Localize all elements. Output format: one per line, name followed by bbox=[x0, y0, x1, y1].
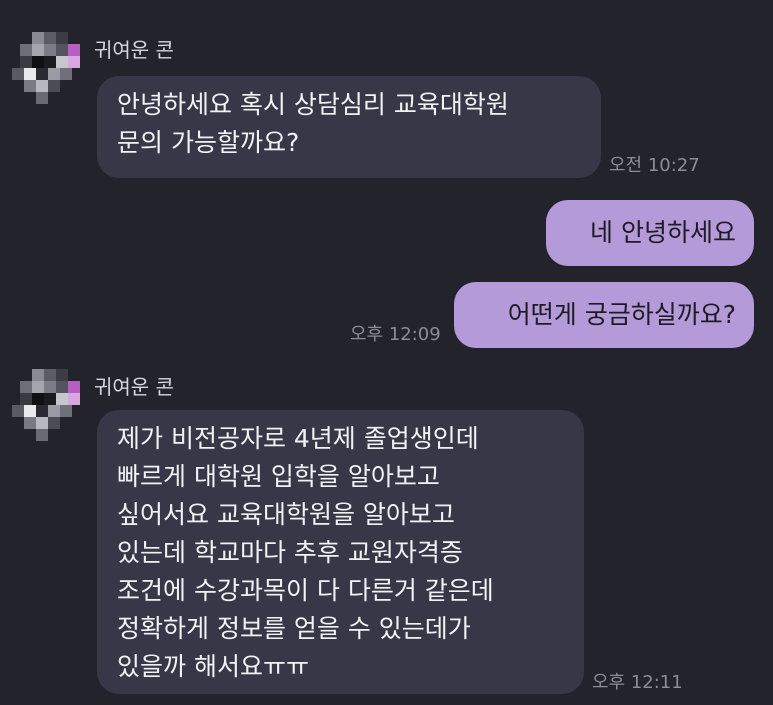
avatar-pixel bbox=[44, 381, 56, 393]
message-bubble[interactable]: 안녕하세요 혹시 상담심리 교육대학원 문의 가능할까요? bbox=[97, 76, 601, 178]
message-timestamp: 오후 12:11 bbox=[592, 672, 683, 693]
message-bubble[interactable]: 네 안녕하세요 bbox=[546, 200, 754, 266]
message-bubble[interactable]: 제가 비전공자로 4년제 졸업생인데 빠르게 대학원 입학을 알아보고 싶어서요… bbox=[97, 410, 584, 694]
message-text: 빠르게 대학원 입학을 알아보고 bbox=[117, 462, 440, 491]
avatar-pixel bbox=[24, 417, 36, 429]
avatar-pixel bbox=[32, 56, 44, 68]
message-text: 네 안녕하세요 bbox=[590, 218, 736, 247]
avatar-pixel bbox=[20, 393, 32, 405]
message-text: 어떤게 궁금하실까요? bbox=[507, 300, 736, 329]
message-text: 있는데 학교마다 추후 교원자격증 bbox=[117, 538, 463, 567]
avatar-pixel bbox=[44, 56, 56, 68]
avatar-pixel bbox=[48, 417, 60, 429]
message-text: 정확하게 정보를 얻을 수 있는데가 bbox=[117, 614, 471, 643]
avatar-pixel bbox=[20, 56, 32, 68]
avatar-pixel bbox=[32, 32, 44, 44]
message-text: 있을까 해서요ㅠㅠ bbox=[117, 652, 309, 681]
avatar[interactable] bbox=[10, 367, 86, 443]
message-timestamp: 오후 12:09 bbox=[350, 324, 441, 345]
avatar-pixel bbox=[56, 44, 68, 56]
avatar-pixel bbox=[44, 393, 56, 405]
avatar-pixel bbox=[12, 405, 24, 417]
avatar-pixel bbox=[36, 68, 48, 80]
avatar-pixel bbox=[32, 369, 44, 381]
message-timestamp: 오전 10:27 bbox=[609, 155, 700, 176]
avatar-pixel bbox=[36, 417, 48, 429]
avatar-pixel bbox=[56, 32, 68, 44]
message-text: 조건에 수강과목이 다 다른거 같은데 bbox=[117, 576, 494, 605]
sender-name: 귀여운 콘 bbox=[94, 38, 174, 62]
avatar[interactable] bbox=[10, 30, 86, 106]
avatar-pixel bbox=[60, 68, 72, 80]
avatar-pixel bbox=[48, 80, 60, 92]
avatar-pixel bbox=[36, 80, 48, 92]
message-bubble[interactable]: 어떤게 궁금하실까요? bbox=[454, 282, 754, 348]
avatar-pixel bbox=[36, 429, 48, 441]
avatar-pixel bbox=[48, 405, 60, 417]
avatar-pixel bbox=[20, 44, 32, 56]
avatar-pixel bbox=[24, 405, 36, 417]
avatar-pixel bbox=[32, 381, 44, 393]
message-text: 싶어서요 교육대학원을 알아보고 bbox=[117, 500, 455, 529]
avatar-pixel bbox=[56, 369, 68, 381]
avatar-pixel bbox=[56, 56, 68, 68]
avatar-pixel bbox=[36, 92, 48, 104]
avatar-pixel bbox=[68, 381, 80, 393]
message-text: 문의 가능할까요? bbox=[117, 128, 300, 157]
avatar-pixel bbox=[68, 393, 80, 405]
avatar-pixel bbox=[68, 44, 80, 56]
avatar-pixel bbox=[12, 68, 24, 80]
avatar-pixel bbox=[36, 405, 48, 417]
sender-name: 귀여운 콘 bbox=[94, 375, 174, 399]
avatar-pixel bbox=[56, 393, 68, 405]
avatar-pixel bbox=[24, 68, 36, 80]
message-text: 안녕하세요 혹시 상담심리 교육대학원 bbox=[117, 90, 509, 119]
avatar-pixel bbox=[20, 381, 32, 393]
avatar-pixel bbox=[32, 393, 44, 405]
avatar-pixel bbox=[44, 369, 56, 381]
message-text: 제가 비전공자로 4년제 졸업생인데 bbox=[117, 424, 479, 453]
avatar-pixel bbox=[48, 68, 60, 80]
avatar-pixel bbox=[68, 56, 80, 68]
avatar-pixel bbox=[44, 32, 56, 44]
avatar-pixel bbox=[32, 44, 44, 56]
avatar-pixel bbox=[60, 405, 72, 417]
avatar-pixel bbox=[24, 80, 36, 92]
avatar-pixel bbox=[44, 44, 56, 56]
avatar-pixel bbox=[56, 381, 68, 393]
